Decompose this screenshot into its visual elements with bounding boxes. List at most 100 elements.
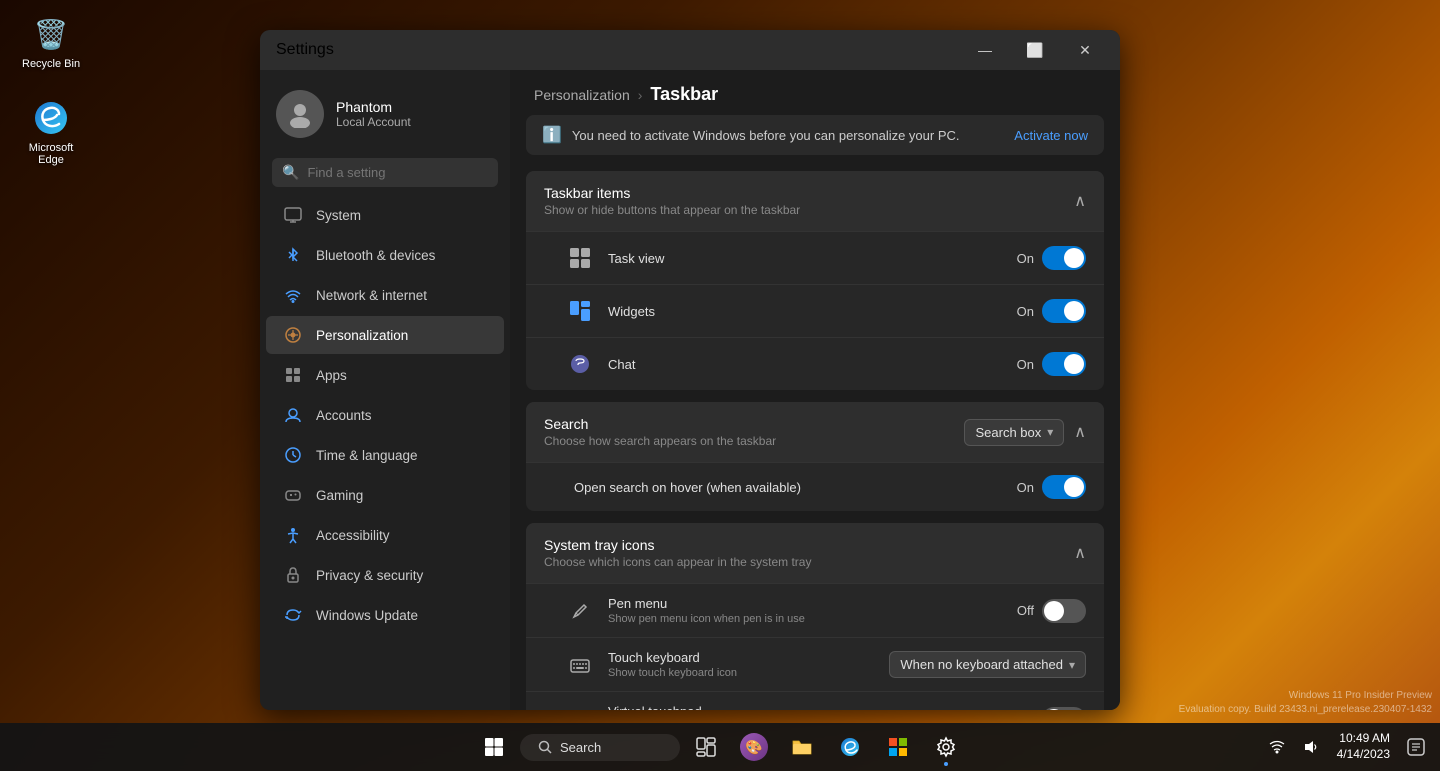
task-view-toggle[interactable] xyxy=(1042,246,1086,270)
virtual-touchpad-toggle[interactable] xyxy=(1042,707,1086,711)
profile-section[interactable]: Phantom Local Account xyxy=(260,78,510,154)
system-tray-section: System tray icons Choose which icons can… xyxy=(526,523,1104,710)
search-dropdown[interactable]: Search box ▾ xyxy=(964,419,1064,446)
profile-type: Local Account xyxy=(336,115,411,129)
activate-now-link[interactable]: Activate now xyxy=(1014,128,1088,143)
clock-date: 4/14/2023 xyxy=(1337,747,1390,763)
open-search-hover-info: Open search on hover (when available) xyxy=(566,480,1003,495)
sidebar-item-bluetooth[interactable]: Bluetooth & devices xyxy=(266,236,504,274)
close-button[interactable]: ✕ xyxy=(1062,34,1108,66)
touch-keyboard-info: Touch keyboard Show touch keyboard icon xyxy=(608,650,875,679)
microsoft-edge-icon[interactable]: MicrosoftEdge xyxy=(18,94,84,170)
system-tray-header[interactable]: System tray icons Choose which icons can… xyxy=(526,523,1104,583)
touch-keyboard-dropdown[interactable]: When no keyboard attached ▾ xyxy=(889,651,1086,678)
pen-menu-control: Off xyxy=(1017,599,1086,623)
desktop-icons: 🗑️ Recycle Bin MicrosoftEdge xyxy=(18,10,84,170)
window-controls: — ⬜ ✕ xyxy=(962,34,1108,66)
task-view-row: Task view On xyxy=(526,231,1104,284)
sidebar-label-update: Windows Update xyxy=(316,608,418,623)
window-body: Phantom Local Account 🔍 System xyxy=(260,70,1120,710)
notification-center-icon[interactable] xyxy=(1400,731,1432,763)
sidebar-label-system: System xyxy=(316,208,361,223)
search-section-header[interactable]: Search Choose how search appears on the … xyxy=(526,402,1104,462)
taskbar-store-btn[interactable] xyxy=(876,725,920,769)
task-view-label: Task view xyxy=(608,251,1003,266)
privacy-icon xyxy=(282,564,304,586)
chat-row: Chat On xyxy=(526,337,1104,390)
breadcrumb-separator: › xyxy=(638,87,643,103)
widgets-row: Widgets On xyxy=(526,284,1104,337)
chat-label: Chat xyxy=(608,357,1003,372)
sidebar-label-gaming: Gaming xyxy=(316,488,363,503)
touch-keyboard-desc: Show touch keyboard icon xyxy=(608,667,875,679)
taskbar-edge-btn[interactable] xyxy=(828,725,872,769)
open-search-hover-row: Open search on hover (when available) On xyxy=(526,462,1104,511)
task-view-state: On xyxy=(1017,251,1034,266)
widgets-info: Widgets xyxy=(608,304,1003,319)
taskbar-file-explorer[interactable] xyxy=(780,725,824,769)
sidebar-search-icon: 🔍 xyxy=(282,164,299,181)
breadcrumb-current: Taskbar xyxy=(650,84,718,105)
system-tray-subtitle: Choose which icons can appear in the sys… xyxy=(544,555,811,569)
sidebar-label-personalization: Personalization xyxy=(316,328,408,343)
virtual-touchpad-icon xyxy=(566,705,594,711)
activation-info-icon: ℹ️ xyxy=(542,125,562,145)
pen-menu-toggle-knob xyxy=(1044,601,1064,621)
profile-info: Phantom Local Account xyxy=(336,99,411,129)
sidebar-item-gaming[interactable]: Gaming xyxy=(266,476,504,514)
system-icon xyxy=(282,204,304,226)
sidebar-item-apps[interactable]: Apps xyxy=(266,356,504,394)
sidebar-search-input[interactable] xyxy=(307,165,488,180)
taskbar-items-section: Taskbar items Show or hide buttons that … xyxy=(526,171,1104,390)
taskbar-settings-btn[interactable] xyxy=(924,725,968,769)
start-button[interactable] xyxy=(472,725,516,769)
tray-volume-icon[interactable] xyxy=(1295,731,1327,763)
sidebar-item-privacy[interactable]: Privacy & security xyxy=(266,556,504,594)
breadcrumb: Personalization › Taskbar xyxy=(510,70,1120,115)
sidebar-item-accounts[interactable]: Accounts xyxy=(266,396,504,434)
task-view-toggle-knob xyxy=(1064,248,1084,268)
accessibility-icon xyxy=(282,524,304,546)
sidebar-item-accessibility[interactable]: Accessibility xyxy=(266,516,504,554)
pen-menu-state: Off xyxy=(1017,603,1034,618)
windows-version: Windows 11 Pro Insider Preview Evaluatio… xyxy=(1179,689,1432,717)
sidebar-label-accessibility: Accessibility xyxy=(316,528,390,543)
activation-banner: ℹ️ You need to activate Windows before y… xyxy=(526,115,1104,155)
widgets-control: On xyxy=(1017,299,1086,323)
recycle-bin-icon[interactable]: 🗑️ Recycle Bin xyxy=(18,10,84,74)
title-bar-title: Settings xyxy=(276,41,334,59)
tray-network-icon[interactable] xyxy=(1261,731,1293,763)
pen-menu-label: Pen menu xyxy=(608,596,1003,611)
sidebar-label-privacy: Privacy & security xyxy=(316,568,423,583)
activation-text: You need to activate Windows before you … xyxy=(572,128,1004,143)
sidebar-item-personalization[interactable]: Personalization xyxy=(266,316,504,354)
pen-menu-toggle[interactable] xyxy=(1042,599,1086,623)
task-view-info: Task view xyxy=(608,251,1003,266)
breadcrumb-parent[interactable]: Personalization xyxy=(534,87,630,103)
main-content: Personalization › Taskbar ℹ️ You need to… xyxy=(510,70,1120,710)
sidebar-item-update[interactable]: Windows Update xyxy=(266,596,504,634)
widgets-state: On xyxy=(1017,304,1034,319)
minimize-button[interactable]: — xyxy=(962,34,1008,66)
search-title: Search xyxy=(544,416,776,432)
sidebar-item-network[interactable]: Network & internet xyxy=(266,276,504,314)
taskbar-items-title: Taskbar items xyxy=(544,185,800,201)
sidebar-item-time[interactable]: Time & language xyxy=(266,436,504,474)
title-bar: Settings — ⬜ ✕ xyxy=(260,30,1120,70)
clock-area[interactable]: 10:49 AM 4/14/2023 xyxy=(1331,731,1396,762)
chat-toggle[interactable] xyxy=(1042,352,1086,376)
taskbar-items-header[interactable]: Taskbar items Show or hide buttons that … xyxy=(526,171,1104,231)
accounts-icon xyxy=(282,404,304,426)
maximize-button[interactable]: ⬜ xyxy=(1012,34,1058,66)
taskbar-search-bar[interactable]: Search xyxy=(520,734,680,761)
sidebar-search-box[interactable]: 🔍 xyxy=(272,158,498,187)
sidebar-item-system[interactable]: System xyxy=(266,196,504,234)
widgets-toggle[interactable] xyxy=(1042,299,1086,323)
open-search-toggle[interactable] xyxy=(1042,475,1086,499)
taskbar-task-view[interactable] xyxy=(684,725,728,769)
profile-name: Phantom xyxy=(336,99,411,115)
taskbar-avatar-btn[interactable]: 🎨 xyxy=(732,725,776,769)
search-header-right: Search box ▾ ∧ xyxy=(964,419,1086,446)
pen-menu-desc: Show pen menu icon when pen is in use xyxy=(608,613,1003,625)
search-subtitle: Choose how search appears on the taskbar xyxy=(544,434,776,448)
